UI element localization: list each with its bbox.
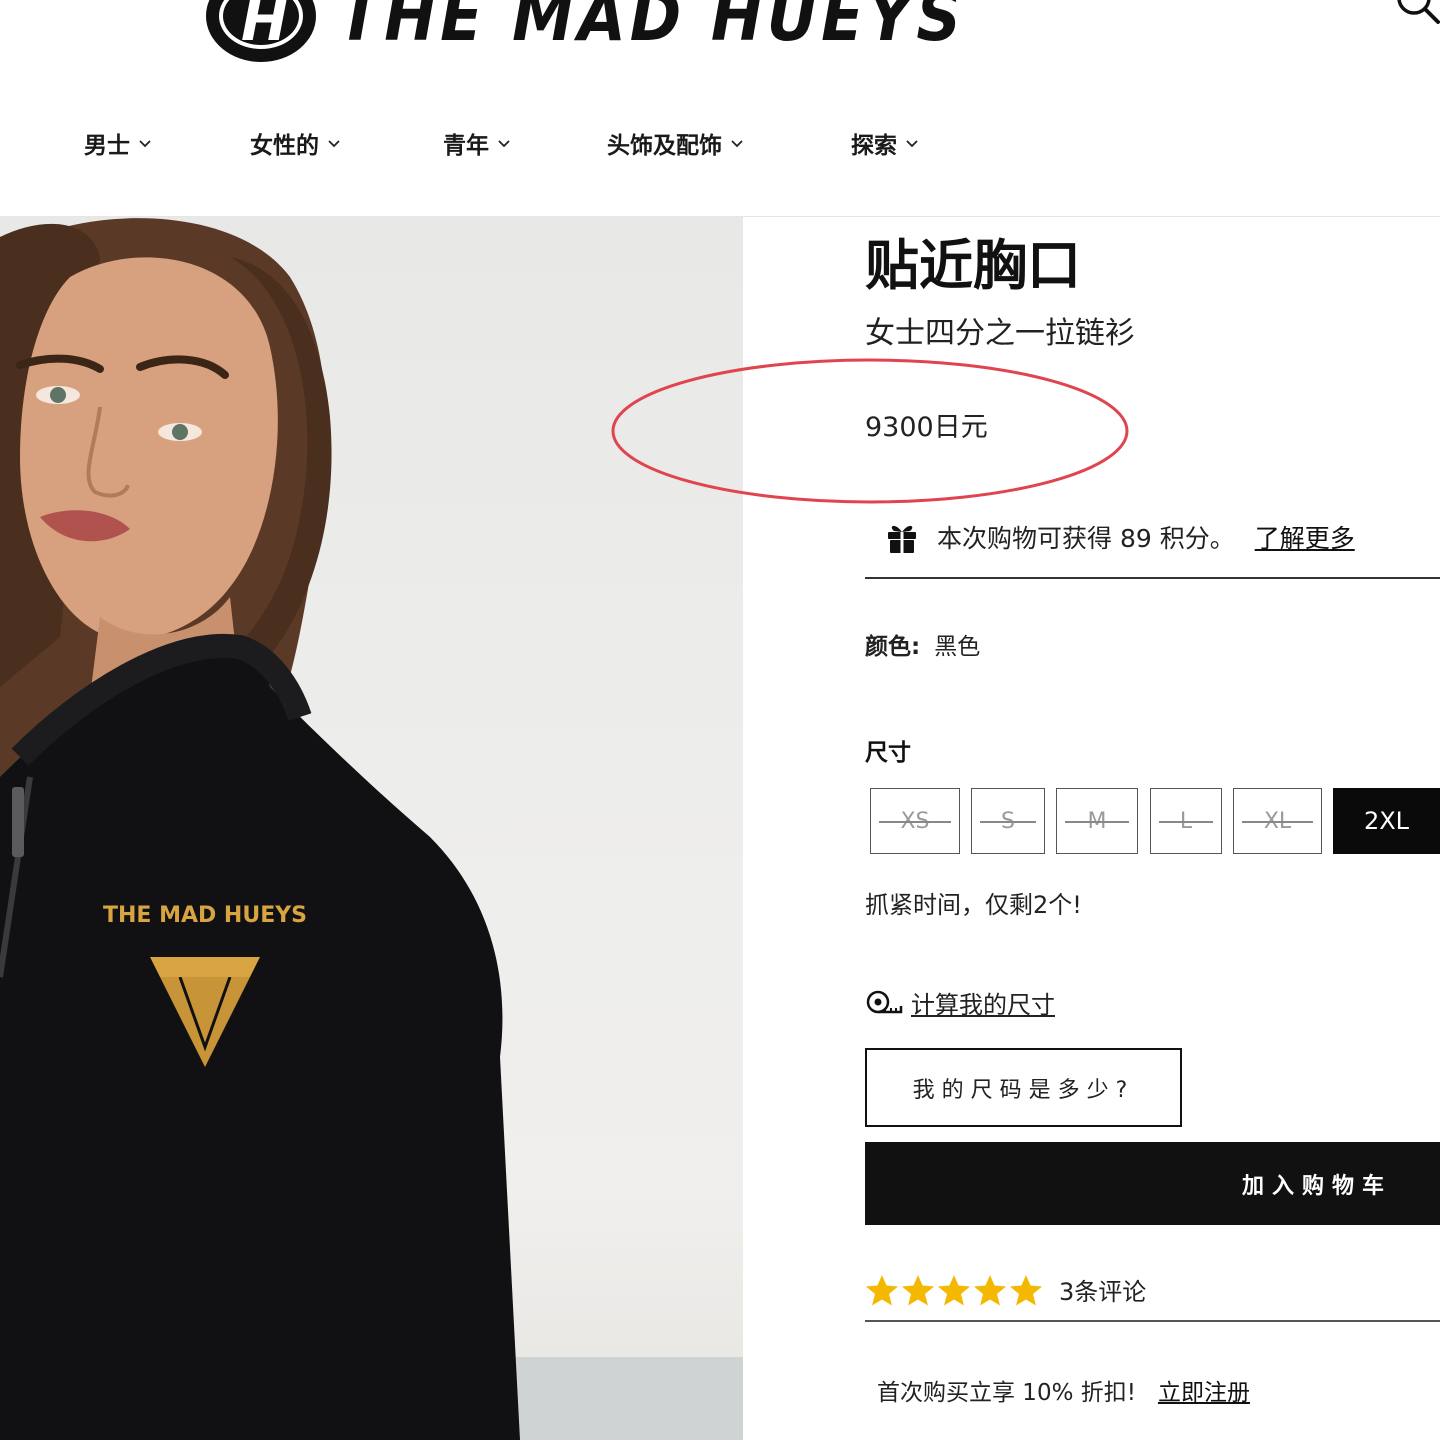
size-option-l[interactable]: L <box>1150 788 1222 854</box>
nav-item-headwear-accessories[interactable]: 头饰及配饰 <box>607 126 744 160</box>
divider <box>865 1320 1440 1322</box>
main-nav: 男士 女性的 青年 头饰及配饰 探索 <box>0 126 1440 166</box>
product-info-panel: 贴近胸口 女士四分之一拉链衫 9300日元 本次购物可获得 89 积分。 了解更… <box>611 217 1440 1440</box>
measuring-tape-icon <box>866 990 903 1013</box>
nav-item-label: 青年 <box>443 133 489 159</box>
signup-link[interactable]: 立即注册 <box>1158 1373 1250 1407</box>
product-subtitle: 女士四分之一拉链衫 <box>865 316 1135 351</box>
nav-item-label: 女性的 <box>250 133 319 159</box>
chest-logo-text: THE MAD HUEYS <box>103 903 307 928</box>
points-text: 本次购物可获得 89 积分。 <box>937 524 1235 553</box>
star-icon <box>1010 1274 1042 1305</box>
zipper-pull <box>12 787 24 857</box>
star-icon <box>974 1274 1006 1305</box>
product-price: 9300日元 <box>865 412 988 443</box>
first-order-promo: 首次购买立享 10% 折扣! 立即注册 <box>877 1373 1250 1407</box>
site-header: THE MAD HUEYS 男士 女性的 青年 头饰及配饰 探索 <box>0 0 1440 217</box>
star-icon <box>938 1274 970 1305</box>
size-option-xs[interactable]: XS <box>870 788 960 854</box>
hoodie <box>0 634 520 1440</box>
search-icon[interactable] <box>1392 0 1440 32</box>
review-summary[interactable]: 3条评论 <box>865 1272 1146 1307</box>
star-icon <box>866 1274 898 1305</box>
chevron-down-icon <box>139 140 151 148</box>
star-icon <box>902 1274 934 1305</box>
nav-item-explore[interactable]: 探索 <box>851 126 919 160</box>
nav-item-men[interactable]: 男士 <box>84 126 152 160</box>
nav-item-label: 男士 <box>84 133 130 159</box>
size-label: 尺寸 <box>865 740 911 766</box>
color-value: 黑色 <box>934 634 981 660</box>
color-selector: 颜色: 黑色 <box>865 627 980 661</box>
chevron-down-icon <box>498 140 510 148</box>
promo-text: 首次购买立享 10% 折扣! <box>877 1380 1136 1406</box>
calculate-size-label: 计算我的尺寸 <box>911 991 1055 1019</box>
learn-more-link[interactable]: 了解更多 <box>1255 519 1355 555</box>
nav-item-label: 头饰及配饰 <box>607 133 722 159</box>
size-option-m[interactable]: M <box>1056 788 1138 854</box>
add-to-cart-button[interactable]: 加入购物车 <box>865 1142 1440 1225</box>
logo-wordmark: THE MAD HUEYS <box>338 0 965 57</box>
calculate-size-link[interactable]: 计算我的尺寸 <box>865 985 1055 1020</box>
size-option-2xl[interactable]: 2XL <box>1333 788 1440 854</box>
size-option-xl[interactable]: XL <box>1233 788 1322 854</box>
nav-item-youth[interactable]: 青年 <box>443 126 511 160</box>
gift-icon <box>888 525 916 553</box>
product-title: 贴近胸口 <box>865 234 1081 297</box>
brand-logo[interactable]: THE MAD HUEYS <box>206 0 965 62</box>
what-is-my-size-button[interactable]: 我的尺码是多少? <box>865 1048 1182 1127</box>
logo-badge-icon <box>206 0 316 62</box>
loyalty-points: 本次购物可获得 89 积分。 了解更多 <box>885 519 1355 555</box>
divider <box>865 577 1440 579</box>
reviews-count: 3条评论 <box>1059 1278 1147 1306</box>
size-option-s[interactable]: S <box>971 788 1045 854</box>
nav-item-label: 探索 <box>851 133 897 159</box>
color-label: 颜色: <box>865 634 921 660</box>
nav-item-women[interactable]: 女性的 <box>250 126 341 160</box>
chevron-down-icon <box>731 140 743 148</box>
low-stock-notice: 抓紧时间，仅剩2个! <box>865 891 1082 919</box>
chevron-down-icon <box>906 140 918 148</box>
chevron-down-icon <box>328 140 340 148</box>
